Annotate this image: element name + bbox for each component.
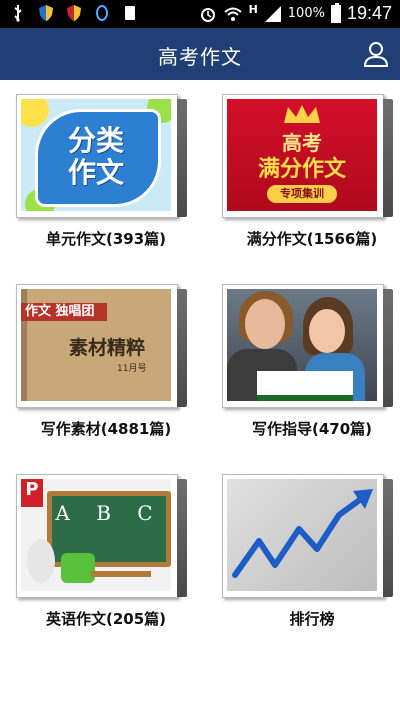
network-type-label: H: [248, 3, 258, 16]
system-icons: H 100% 19:47: [199, 2, 392, 24]
tile-english-essays[interactable]: P A B C 英语作文(205篇): [16, 474, 187, 628]
tile-caption: 单元作文(393篇): [45, 230, 167, 248]
tile-caption: 写作素材(4881篇): [40, 420, 172, 438]
tile-caption: 满分作文(1566篇): [246, 230, 378, 248]
cover-image: 作文 独唱团 素材精粹 11月号: [21, 289, 171, 401]
tile-caption: 英语作文(205篇): [45, 610, 167, 628]
app-bar: 高考作文: [0, 28, 400, 80]
book-cover: P A B C: [16, 474, 187, 598]
cover-image: 分类 作文: [21, 99, 171, 211]
book-cover: [222, 474, 393, 598]
cover-image: P A B C: [21, 479, 171, 591]
trend-arrow-icon: [232, 489, 373, 578]
book-cover: 分类 作文: [16, 94, 187, 218]
qq-icon: [96, 5, 108, 21]
tile-rankings[interactable]: 排行榜: [222, 474, 393, 628]
clock: 19:47: [346, 3, 392, 23]
battery-icon: [330, 2, 341, 23]
cover-image: 高考 满分作文 专项集训: [227, 99, 377, 211]
tile-writing-guidance[interactable]: 写作指导(470篇): [222, 284, 393, 438]
usb-icon: [14, 5, 22, 22]
status-bar: H 100% 19:47: [0, 0, 400, 28]
tile-writing-materials[interactable]: 作文 独唱团 素材精粹 11月号 写作素材(4881篇): [16, 284, 187, 438]
cover-title: 分类 作文: [67, 124, 124, 189]
book-cover: 高考 满分作文 专项集训: [222, 94, 393, 218]
battery-percent: 100%: [287, 6, 325, 21]
book-cover: [222, 284, 393, 408]
notification-icons: [10, 4, 138, 22]
book-cover: 作文 独唱团 素材精粹 11月号: [16, 284, 187, 408]
tile-unit-essays[interactable]: 分类 作文 单元作文(393篇): [16, 94, 187, 248]
cover-image: [227, 289, 377, 401]
tile-caption: 写作指导(470篇): [251, 420, 373, 438]
user-icon[interactable]: [362, 40, 390, 68]
alarm-icon: [200, 7, 215, 22]
cover-image: [227, 479, 377, 591]
crown-icon: [284, 105, 320, 123]
signal-icon: [264, 5, 281, 22]
page-title: 高考作文: [158, 45, 242, 69]
book-illustration: [257, 371, 353, 401]
shield-icon: [67, 5, 81, 21]
shield-icon: [39, 5, 53, 21]
tile-full-score-essays[interactable]: 高考 满分作文 专项集训 满分作文(1566篇): [222, 94, 393, 248]
tile-caption: 排行榜: [289, 610, 335, 628]
wifi-icon: [223, 7, 242, 21]
sim-icon: [125, 6, 135, 20]
